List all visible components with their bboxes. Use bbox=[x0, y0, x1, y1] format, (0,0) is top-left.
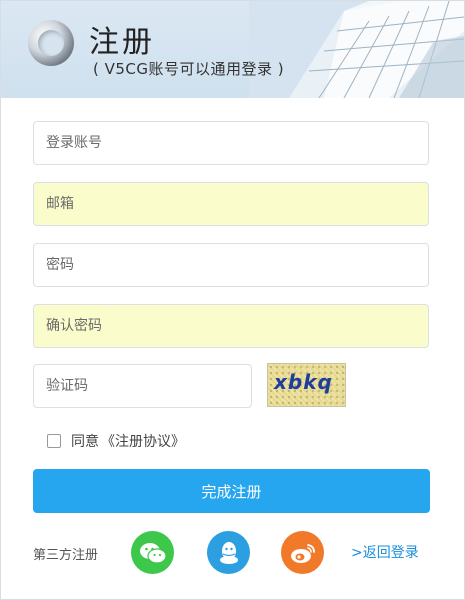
password-input[interactable] bbox=[33, 243, 429, 287]
page-title: 注册 bbox=[89, 25, 155, 60]
qq-button[interactable] bbox=[207, 531, 250, 574]
page-subtitle: ( V5CG账号可以通用登录 ) bbox=[93, 60, 285, 78]
header-banner: 注册 ( V5CG账号可以通用登录 ) bbox=[1, 1, 464, 98]
register-panel: 注册 ( V5CG账号可以通用登录 ) xbkq 同意 《注册协议》 完成注册 … bbox=[0, 0, 465, 600]
email-input[interactable] bbox=[33, 182, 429, 226]
terms-link[interactable]: 《注册协议》 bbox=[101, 431, 185, 451]
captcha-image[interactable]: xbkq bbox=[267, 363, 346, 407]
weibo-icon bbox=[290, 543, 315, 563]
logo-icon bbox=[28, 20, 74, 66]
confirm-password-input[interactable] bbox=[33, 304, 429, 348]
submit-button[interactable]: 完成注册 bbox=[33, 469, 430, 513]
qq-icon bbox=[219, 541, 238, 564]
captcha-input[interactable] bbox=[33, 364, 252, 408]
agree-checkbox[interactable] bbox=[47, 434, 61, 448]
wechat-button[interactable] bbox=[131, 531, 174, 574]
agree-label: 同意 bbox=[71, 434, 99, 450]
agreement-row[interactable]: 同意 《注册协议》 bbox=[47, 431, 185, 451]
captcha-text: xbkq bbox=[274, 370, 333, 394]
back-to-login-link[interactable]: >返回登录 bbox=[351, 542, 419, 562]
buildings-illustration bbox=[249, 1, 464, 98]
wechat-icon bbox=[139, 542, 167, 564]
third-party-label: 第三方注册 bbox=[33, 548, 99, 563]
weibo-button[interactable] bbox=[281, 531, 324, 574]
account-input[interactable] bbox=[33, 121, 429, 165]
